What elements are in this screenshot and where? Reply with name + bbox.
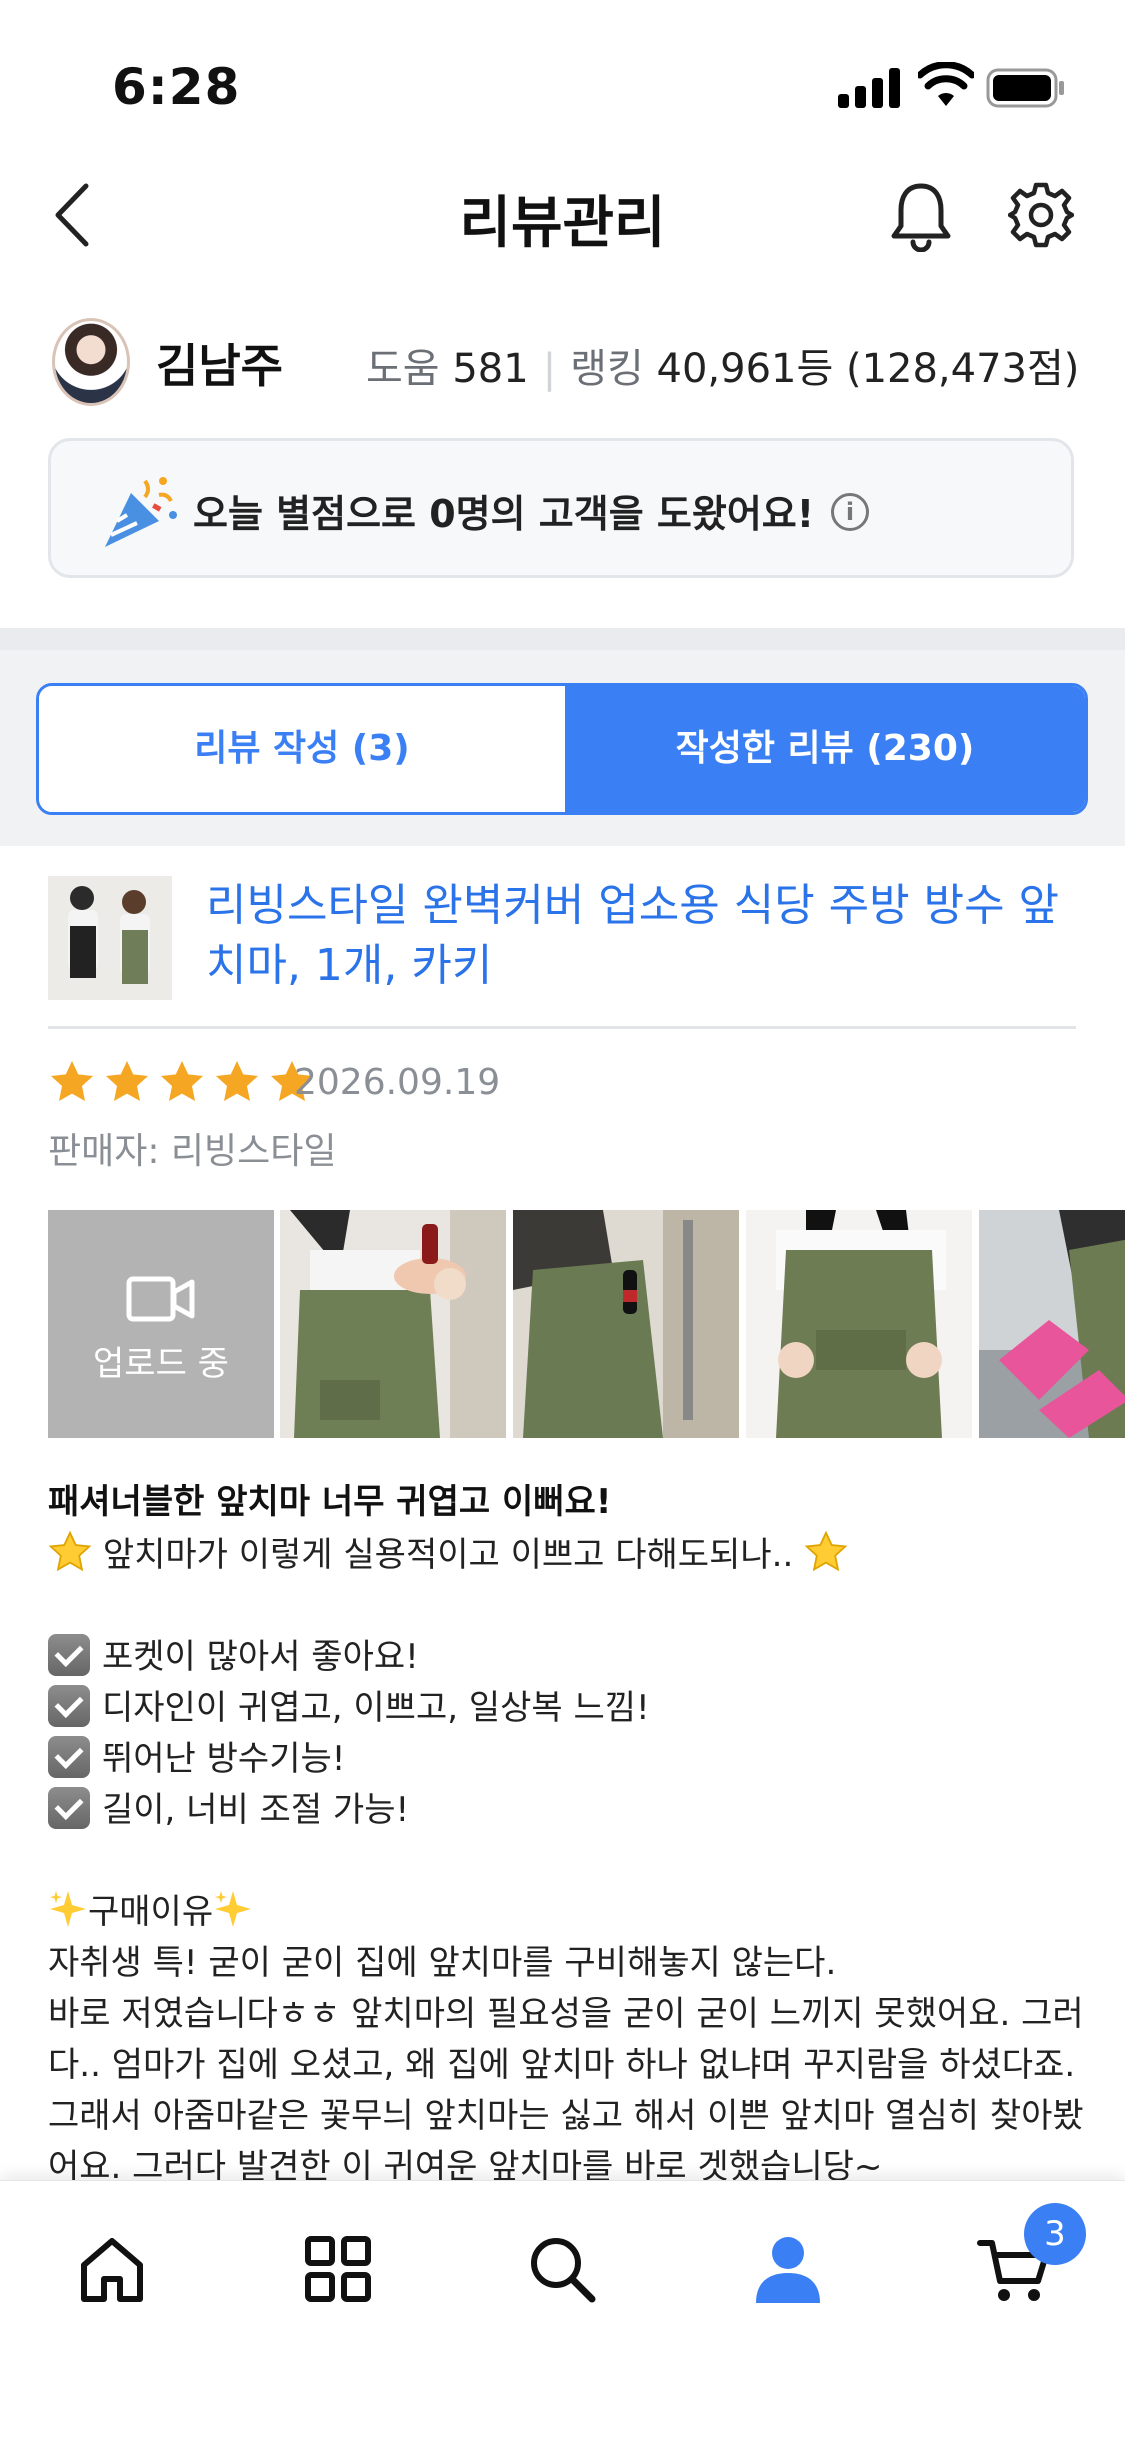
bottom-navigation: 3	[0, 2180, 1125, 2437]
review-line: 그래서 아줌마같은 꽃무늬 앞치마는 싫고 해서 이쁜 앞치마 열심히 찾아봤	[48, 2096, 1084, 2136]
cart-count-badge: 3	[1024, 2203, 1086, 2265]
video-upload-tile[interactable]: 업로드 중	[48, 1210, 274, 1438]
review-date: 2026.09.19	[294, 1062, 501, 1103]
video-camera-icon	[126, 1276, 195, 1322]
star-icon	[51, 1061, 93, 1101]
review-intro: 앞치마가 이렇게 실용적이고 이쁘고 다해도되나..	[102, 1535, 794, 1575]
tab-written-reviews[interactable]: 작성한 리뷰 (230)	[565, 686, 1085, 812]
checklist-item: 뛰어난 방수기능!	[102, 1739, 346, 1779]
help-notice-box: 오늘 별점으로 0명의 고객을 도왔어요! i	[48, 438, 1074, 578]
product-name-link[interactable]: 리빙스타일 완벽커버 업소용 식당 주방 방수 앞치마, 1개, 카키	[206, 876, 1066, 996]
review-media-row: 업로드 중	[48, 1210, 1125, 1438]
star-rating	[48, 1058, 318, 1114]
review-line: 바로 저였습니다ㅎㅎ 앞치마의 필요성을 굳이 굳이 느끼지 못했어요. 그러	[48, 1994, 1084, 2034]
notice-text: 오늘 별점으로 0명의 고객을 도왔어요!	[193, 492, 815, 536]
home-icon[interactable]	[74, 2231, 150, 2307]
tab-write-review[interactable]: 리뷰 작성 (3)	[39, 686, 565, 812]
review-photo[interactable]	[513, 1210, 739, 1438]
star-icon	[216, 1061, 259, 1101]
checklist-item: 디자인이 귀엽고, 이쁘고, 일상복 느낌!	[102, 1688, 650, 1728]
glowing-star-icon	[804, 1530, 848, 1572]
checkbox-icon	[48, 1685, 90, 1727]
help-count: 581	[452, 346, 529, 392]
product-thumbnail[interactable]	[48, 876, 172, 1000]
review-tabs: 리뷰 작성 (3) 작성한 리뷰 (230)	[36, 683, 1088, 815]
settings-gear-icon[interactable]	[1008, 182, 1074, 248]
checkbox-icon	[48, 1634, 90, 1676]
star-icon	[106, 1061, 149, 1101]
checklist-item: 포켓이 많아서 좋아요!	[102, 1637, 419, 1677]
rank-value: 40,961등 (128,473점)	[656, 346, 1080, 392]
upload-status-label: 업로드 중	[93, 1344, 229, 1384]
notification-bell-icon[interactable]	[888, 180, 954, 252]
party-popper-icon	[105, 477, 177, 547]
status-time: 6:28	[112, 58, 241, 116]
review-title: 패셔너블한 앞치마 너무 귀엽고 이뻐요!	[48, 1482, 612, 1522]
review-photo[interactable]	[746, 1210, 972, 1438]
divider	[48, 1026, 1076, 1029]
checklist-item: 길이, 너비 조절 가능!	[102, 1790, 410, 1830]
profile-icon[interactable]	[750, 2231, 826, 2307]
categories-icon[interactable]	[300, 2231, 376, 2307]
review-line: 다.. 엄마가 집에 오셨고, 왜 집에 앞치마 하나 없냐며 꾸지람을 하셨다…	[48, 2045, 1076, 2085]
search-icon[interactable]	[524, 2231, 600, 2307]
avatar	[52, 318, 130, 406]
star-icon	[161, 1061, 204, 1101]
review-photo[interactable]	[979, 1210, 1125, 1438]
review-body: 앞치마가 이렇게 실용적이고 이쁘고 다해도되나.. 포켓이 많아서 좋아요! …	[48, 1530, 1088, 2193]
wifi-icon	[918, 62, 974, 106]
info-icon[interactable]: i	[831, 493, 869, 531]
rank-label: 랭킹	[570, 346, 644, 392]
user-stats: 도움 581 | 랭킹 40,961등 (128,473점)	[366, 346, 1080, 392]
reason-heading: 구매이유	[88, 1892, 214, 1932]
battery-icon	[986, 68, 1064, 108]
seller-name: 판매자: 리빙스타일	[48, 1131, 337, 1172]
sparkles-icon	[215, 1891, 252, 1927]
user-name: 김남주	[156, 339, 283, 393]
checkbox-icon	[48, 1787, 90, 1829]
glowing-star-icon	[48, 1530, 92, 1572]
cellular-signal-icon	[838, 68, 900, 108]
help-label: 도움	[366, 346, 440, 392]
page-title: 리뷰관리	[459, 191, 666, 256]
review-line: 자취생 특! 굳이 굳이 집에 앞치마를 구비해놓지 않는다.	[48, 1943, 837, 1983]
sparkles-icon	[50, 1891, 86, 1927]
review-photo[interactable]	[280, 1210, 506, 1438]
checkbox-icon	[48, 1736, 90, 1778]
